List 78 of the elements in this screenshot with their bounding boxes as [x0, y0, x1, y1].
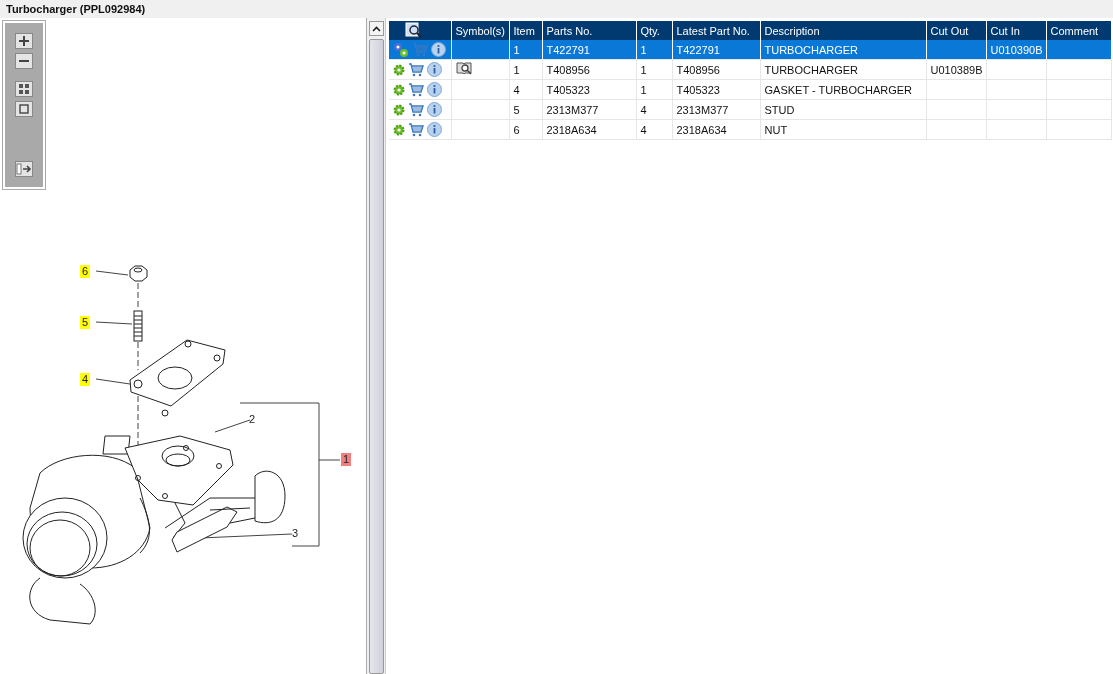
grid-icon — [18, 83, 30, 95]
table-row[interactable]: 4 T405323 1 T405323 GASKET - TURBOCHARGER — [389, 79, 1111, 100]
gear-icon — [393, 123, 405, 136]
zoom-out-button[interactable] — [15, 53, 33, 69]
callout-label[interactable]: 4 — [80, 373, 91, 386]
table-cell: 5 — [513, 103, 520, 116]
panel-arrow-button[interactable] — [15, 161, 33, 177]
table-cell: 1 — [640, 83, 647, 96]
info-icon[interactable] — [427, 102, 442, 117]
info-icon[interactable] — [427, 122, 442, 137]
gear-icon — [393, 103, 405, 116]
table-cell: T422791 — [676, 43, 720, 56]
table-cell: 4 — [640, 103, 647, 116]
search-icon[interactable] — [405, 21, 423, 38]
panel-arrow-icon — [16, 163, 32, 175]
nut-drawing — [129, 265, 148, 282]
table-cell: 2313M377 — [676, 103, 729, 116]
square-icon — [18, 103, 30, 115]
grid-button[interactable] — [15, 81, 33, 97]
table-cell: 2318A634 — [546, 123, 597, 136]
table-cell: T408956 — [676, 63, 720, 76]
fit-button[interactable] — [15, 101, 33, 117]
info-icon[interactable] — [431, 42, 446, 57]
table-row[interactable]: 5 2313M377 4 2313M377 STUD — [389, 99, 1111, 120]
table-row[interactable]: 1 T408956 1 T408956 TURBOCHARGER U010389B — [389, 59, 1111, 80]
callout-label[interactable]: 1 — [341, 453, 352, 466]
column-header[interactable]: Symbol(s) — [451, 21, 509, 40]
info-icon[interactable] — [427, 62, 442, 77]
column-header[interactable]: Description — [760, 21, 926, 40]
info-icon[interactable] — [427, 82, 442, 97]
cart-icon[interactable] — [408, 122, 424, 137]
table-cell: T405323 — [676, 83, 720, 96]
callout-label[interactable]: 2 — [247, 413, 258, 426]
table-row[interactable]: 1 T422791 1 T422791 TURBOCHARGER U010390B — [389, 40, 1111, 60]
callout-label[interactable]: 3 — [290, 527, 301, 540]
scrollbar-thumb[interactable] — [368, 39, 384, 674]
gear-icon — [393, 63, 405, 76]
column-header[interactable]: Cut Out — [926, 21, 986, 40]
table-cell: TURBOCHARGER — [764, 43, 858, 56]
column-header[interactable]: Cut In — [986, 21, 1046, 40]
column-header[interactable]: Latest Part No. — [672, 21, 760, 40]
column-header[interactable]: Item — [509, 21, 542, 40]
table-cell: 2318A634 — [676, 123, 727, 136]
table-cell: 4 — [640, 123, 647, 136]
table-cell: 1 — [513, 43, 520, 56]
table-cell: 1 — [640, 43, 647, 56]
cart-icon[interactable] — [408, 102, 424, 117]
column-header[interactable]: Parts No. — [542, 21, 636, 40]
column-header[interactable]: Comment — [1046, 21, 1111, 40]
book-magnifier-icon[interactable] — [455, 61, 473, 76]
table-cell: TURBOCHARGER — [764, 63, 858, 76]
caret-up-icon — [371, 25, 381, 32]
gear-icon — [393, 83, 405, 96]
callout-label[interactable]: 6 — [80, 265, 91, 278]
table-cell: U010389B — [930, 63, 983, 76]
table-cell: T405323 — [546, 83, 590, 96]
plus-icon — [18, 35, 30, 47]
cart-icon[interactable] — [408, 82, 424, 97]
table-cell: GASKET - TURBOCHARGER — [764, 83, 912, 96]
table-row[interactable]: 6 2318A634 4 2318A634 NUT — [389, 119, 1111, 140]
column-header[interactable]: Qty. — [636, 21, 672, 40]
table-cell: 2313M377 — [546, 103, 599, 116]
table-cell: NUT — [764, 123, 788, 136]
stud-drawing — [133, 310, 143, 342]
table-cell: 6 — [513, 123, 520, 136]
cart-icon[interactable] — [408, 62, 424, 77]
table-cell: U010390B — [990, 43, 1043, 56]
zoom-in-button[interactable] — [15, 33, 33, 49]
table-cell: 1 — [640, 63, 647, 76]
window-title: Turbocharger (PPL092984) — [6, 3, 146, 15]
gears-icon — [393, 41, 409, 58]
table-cell: T422791 — [546, 43, 590, 56]
table-cell: T408956 — [546, 63, 590, 76]
table-cell: 1 — [513, 63, 520, 76]
table-cell: 4 — [513, 83, 520, 96]
scroll-up-button[interactable] — [368, 21, 384, 36]
table-cell: STUD — [764, 103, 795, 116]
callout-label[interactable]: 5 — [80, 316, 91, 329]
